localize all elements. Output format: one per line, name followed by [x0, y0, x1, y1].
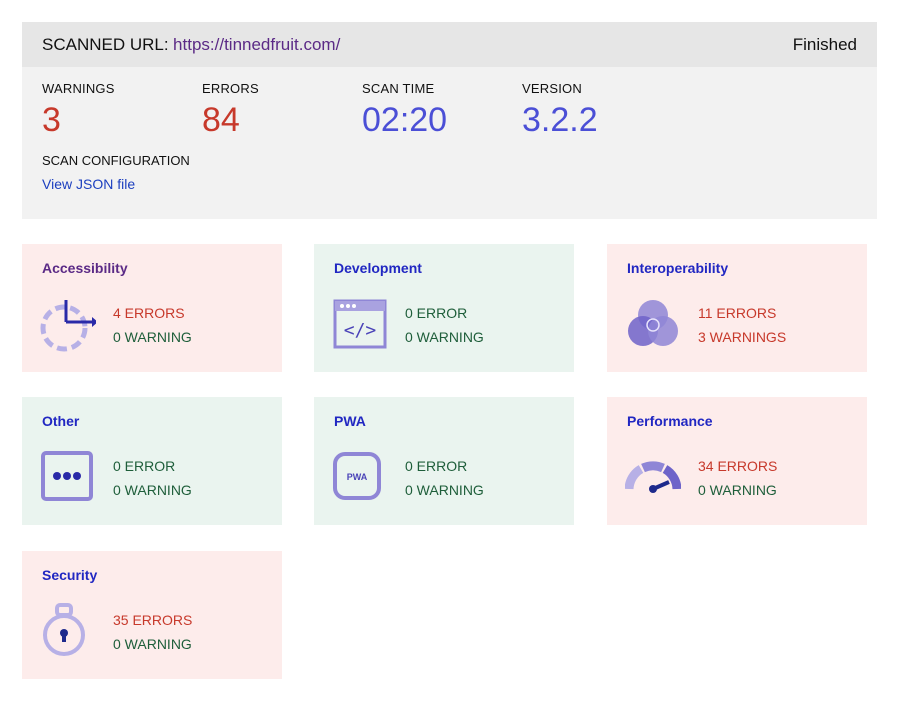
- error-count: 34 ERRORS: [698, 458, 778, 474]
- scanned-url-row: SCANNED URL: https://tinnedfruit.com/: [42, 35, 340, 55]
- scan-configuration-label: SCAN CONFIGURATION: [42, 153, 190, 168]
- card-title: Development: [334, 260, 422, 276]
- card-title: Other: [42, 413, 80, 429]
- card-development[interactable]: Development </> 0 ERROR 0 WARNING: [314, 244, 574, 372]
- errors-metric: ERRORS 84: [202, 81, 259, 139]
- card-other[interactable]: Other 0 ERROR 0 WARNING: [22, 397, 282, 525]
- warning-count: 0 WARNING: [698, 482, 777, 498]
- scan-configuration: SCAN CONFIGURATION View JSON file: [42, 153, 190, 192]
- card-title: PWA: [334, 413, 366, 429]
- scan-status: Finished: [792, 34, 857, 54]
- svg-text:</>: </>: [344, 320, 377, 341]
- warnings-label: WARNINGS: [42, 81, 115, 96]
- error-count: 0 ERROR: [113, 458, 176, 474]
- more-dots-icon: [40, 449, 96, 505]
- errors-label: ERRORS: [202, 81, 259, 96]
- version-metric: VERSION 3.2.2: [522, 81, 598, 139]
- warning-count: 0 WARNING: [113, 482, 192, 498]
- scan-header: SCANNED URL: https://tinnedfruit.com/ Fi…: [22, 22, 877, 67]
- gauge-icon: [624, 449, 682, 505]
- warning-count: 0 WARNING: [113, 329, 192, 345]
- lock-icon: [40, 603, 96, 659]
- error-count: 35 ERRORS: [113, 612, 193, 628]
- warning-count: 0 WARNING: [405, 482, 484, 498]
- scan-summary: WARNINGS 3 ERRORS 84 SCAN TIME 02:20 VER…: [22, 67, 877, 219]
- errors-value: 84: [202, 101, 240, 139]
- card-pwa[interactable]: PWA PWA 0 ERROR 0 WARNING: [314, 397, 574, 525]
- scanned-url-label: SCANNED URL:: [42, 34, 169, 54]
- error-count: 4 ERRORS: [113, 305, 185, 321]
- card-security[interactable]: Security 35 ERRORS 0 WARNING: [22, 551, 282, 679]
- view-json-link[interactable]: View JSON file: [42, 176, 190, 192]
- accessibility-icon: [40, 296, 98, 352]
- warning-count: 0 WARNING: [113, 636, 192, 652]
- version-value: 3.2.2: [522, 101, 598, 139]
- venn-circles-icon: [625, 296, 681, 352]
- error-count: 0 ERROR: [405, 458, 468, 474]
- card-title: Accessibility: [42, 260, 128, 276]
- card-accessibility[interactable]: Accessibility 4 ERRORS 0 WARNING: [22, 244, 282, 372]
- warnings-metric: WARNINGS 3: [42, 81, 115, 139]
- scan-time-value: 02:20: [362, 101, 448, 139]
- version-label: VERSION: [522, 81, 582, 96]
- card-title: Security: [42, 567, 98, 583]
- card-title: Performance: [627, 413, 713, 429]
- warning-count: 0 WARNING: [405, 329, 484, 345]
- warnings-value: 3: [42, 101, 61, 139]
- scan-time-label: SCAN TIME: [362, 81, 435, 96]
- card-title: Interoperability: [627, 260, 729, 276]
- warning-count: 3 WARNINGS: [698, 329, 787, 345]
- card-performance[interactable]: Performance 34 ERRORS 0 WARNING: [607, 397, 867, 525]
- pwa-icon-text: PWA: [347, 472, 368, 482]
- pwa-icon: PWA: [332, 449, 388, 505]
- scan-time-metric: SCAN TIME 02:20: [362, 81, 447, 139]
- error-count: 0 ERROR: [405, 305, 468, 321]
- code-window-icon: </>: [332, 296, 388, 352]
- card-interoperability[interactable]: Interoperability 11 ERRORS 3 WARNINGS: [607, 244, 867, 372]
- scanned-url-link[interactable]: https://tinnedfruit.com/: [173, 35, 340, 54]
- error-count: 11 ERRORS: [698, 305, 777, 321]
